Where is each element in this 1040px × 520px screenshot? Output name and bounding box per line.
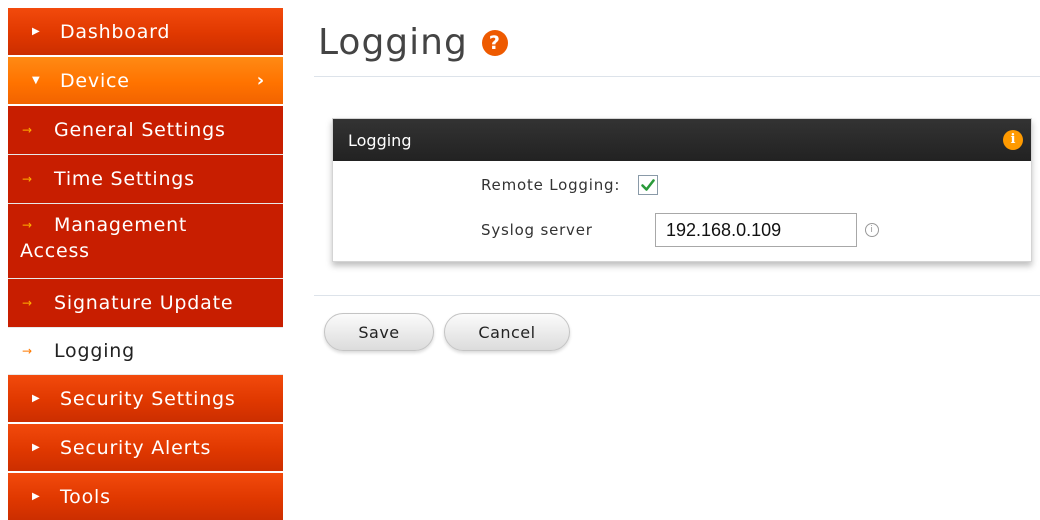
panel-header: Logging i bbox=[333, 119, 1031, 161]
arrow-right-icon: → bbox=[22, 218, 33, 232]
syslog-label: Syslog server bbox=[481, 221, 593, 239]
help-icon[interactable]: ? bbox=[481, 29, 508, 56]
sidebar-item-time-settings[interactable]: → Time Settings bbox=[8, 155, 283, 204]
menu-tools-label: Tools bbox=[60, 485, 111, 508]
sidebar-item-label: Logging bbox=[54, 340, 135, 362]
page-title: Logging ? bbox=[318, 22, 508, 63]
save-button[interactable]: Save bbox=[324, 313, 434, 351]
triangle-right-icon: ▶ bbox=[32, 491, 41, 502]
device-submenu: → General Settings → Time Settings → Man… bbox=[8, 106, 283, 375]
sidebar-item-logging[interactable]: → Logging bbox=[8, 328, 283, 375]
panel-title: Logging bbox=[348, 130, 412, 150]
info-tooltip-icon[interactable]: i bbox=[865, 223, 879, 237]
sidebar-item-line: → Management bbox=[22, 214, 187, 236]
menu-device[interactable]: ▼ Device › bbox=[8, 57, 283, 106]
cancel-button[interactable]: Cancel bbox=[444, 313, 570, 351]
menu-security-alerts[interactable]: ▶ Security Alerts bbox=[8, 424, 283, 473]
arrow-right-icon: → bbox=[22, 344, 33, 358]
triangle-down-icon: ▼ bbox=[32, 75, 41, 86]
remote-logging-row: Remote Logging: bbox=[481, 175, 659, 195]
page-title-text: Logging bbox=[318, 22, 468, 63]
sidebar-item-label: General Settings bbox=[54, 119, 226, 141]
menu-security-settings-label: Security Settings bbox=[60, 387, 236, 410]
arrow-right-icon: → bbox=[22, 172, 33, 186]
menu-dashboard[interactable]: ▶ Dashboard bbox=[8, 8, 283, 57]
syslog-row: Syslog server i bbox=[481, 213, 879, 247]
menu-security-alerts-label: Security Alerts bbox=[60, 436, 212, 459]
sidebar-item-label-line2: Access bbox=[20, 240, 90, 262]
menu-tools[interactable]: ▶ Tools bbox=[8, 473, 283, 520]
logging-panel: Logging i Remote Logging: Syslog server … bbox=[332, 118, 1032, 262]
checkmark-icon bbox=[641, 179, 656, 191]
menu-security-settings[interactable]: ▶ Security Settings bbox=[8, 375, 283, 424]
sidebar-item-label: Time Settings bbox=[54, 168, 195, 190]
remote-logging-label: Remote Logging: bbox=[481, 176, 621, 194]
triangle-right-icon: ▶ bbox=[32, 442, 41, 453]
divider bbox=[314, 295, 1040, 296]
divider bbox=[314, 76, 1040, 77]
sidebar-item-label: Management bbox=[54, 214, 188, 236]
chevron-right-icon: › bbox=[256, 70, 265, 91]
sidebar-nav: ▶ Dashboard ▼ Device › → General Setting… bbox=[8, 8, 283, 520]
info-icon[interactable]: i bbox=[1003, 130, 1023, 150]
sidebar-item-management-access[interactable]: → Management Access bbox=[8, 204, 283, 279]
menu-device-label: Device bbox=[60, 69, 130, 92]
arrow-right-icon: → bbox=[22, 123, 33, 137]
sidebar-item-general-settings[interactable]: → General Settings bbox=[8, 106, 283, 155]
arrow-right-icon: → bbox=[22, 296, 33, 310]
remote-logging-checkbox[interactable] bbox=[638, 175, 659, 195]
triangle-right-icon: ▶ bbox=[32, 26, 41, 37]
syslog-server-input[interactable] bbox=[655, 213, 857, 247]
sidebar-item-label: Signature Update bbox=[54, 292, 234, 314]
menu-dashboard-label: Dashboard bbox=[60, 20, 171, 43]
sidebar-item-signature-update[interactable]: → Signature Update bbox=[8, 279, 283, 328]
triangle-right-icon: ▶ bbox=[32, 393, 41, 404]
